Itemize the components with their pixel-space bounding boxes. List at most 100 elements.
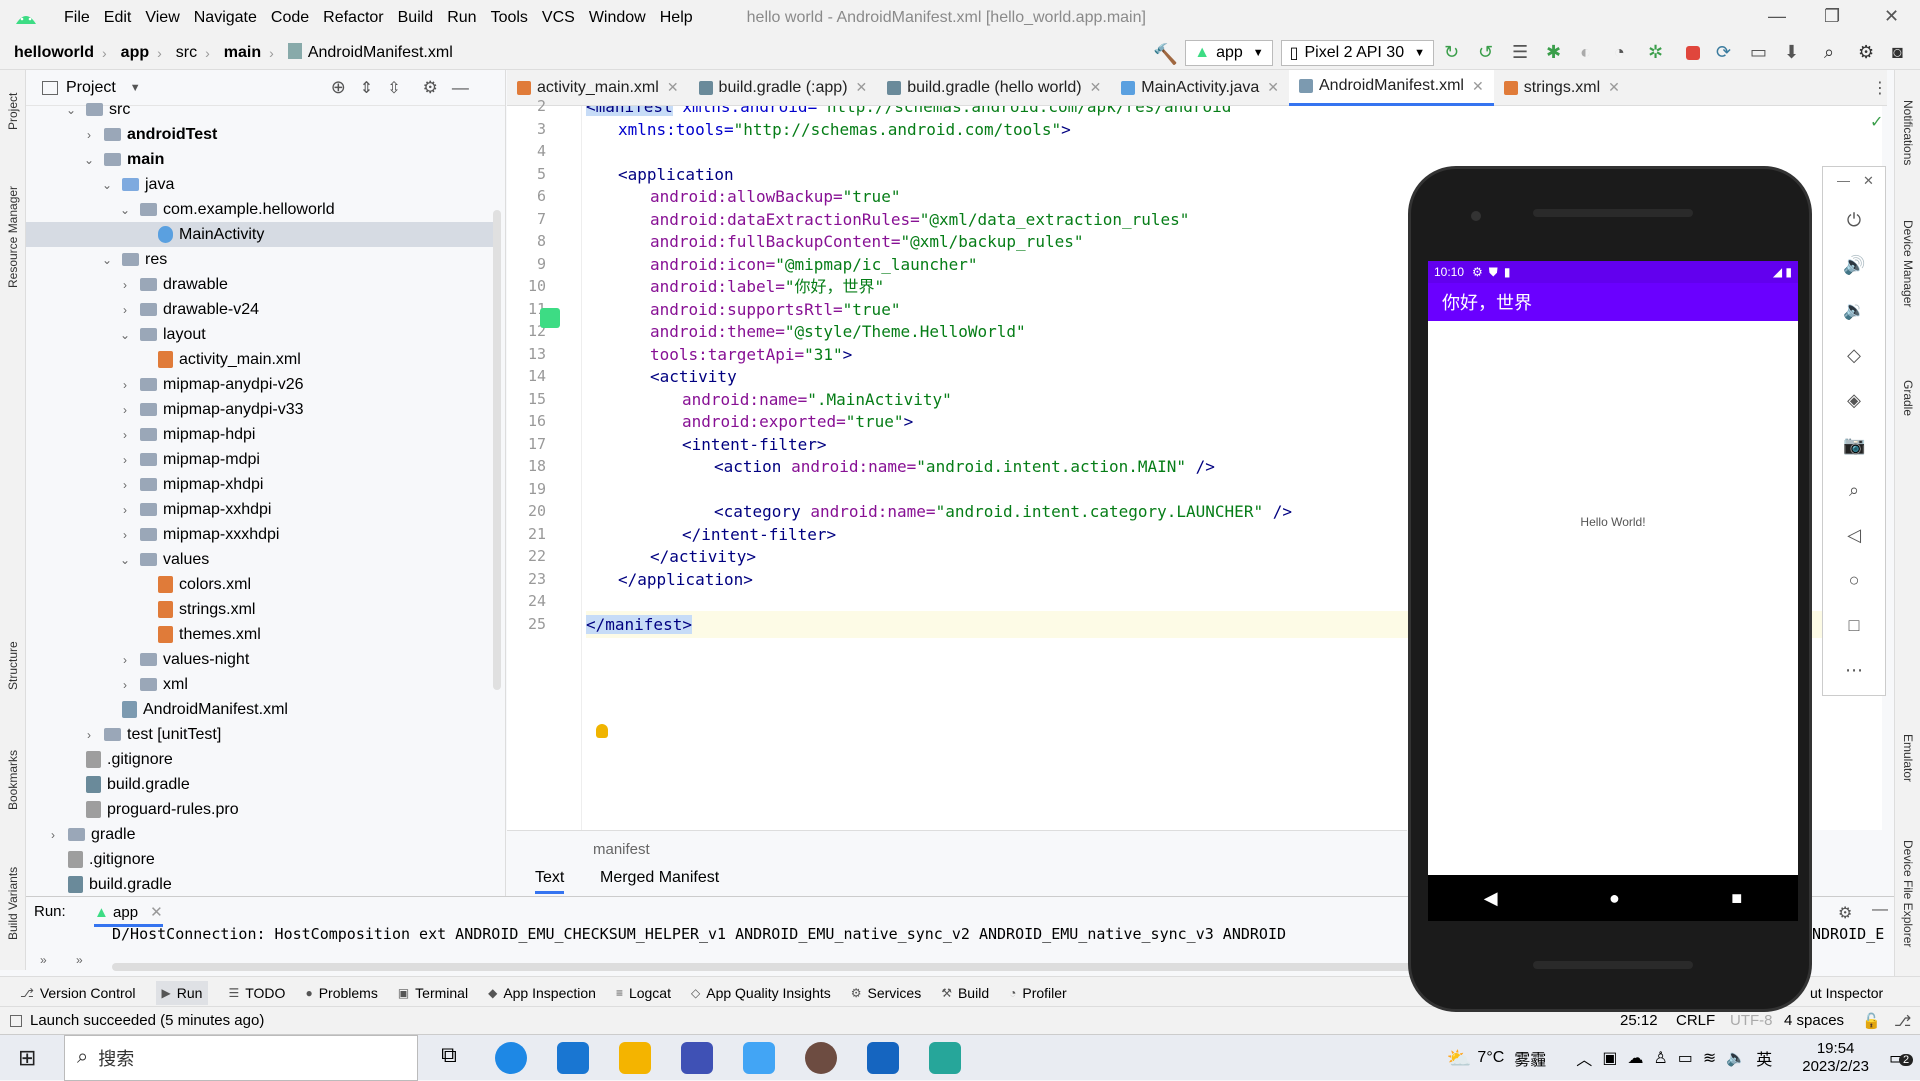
home-icon[interactable]: ● — [1609, 888, 1620, 909]
weather-desc[interactable]: 雾霾 — [1514, 1046, 1546, 1070]
menu-window[interactable]: Window — [589, 9, 646, 27]
tool-todo[interactable]: ☰ TODO — [228, 985, 285, 1001]
chevron-right-icon[interactable]: › — [118, 428, 132, 442]
tool-layout-inspector[interactable]: ut Inspector — [1810, 985, 1883, 1001]
tree-item[interactable]: proguard-rules.pro — [26, 797, 496, 822]
chevron-down-icon[interactable]: ⌄ — [100, 178, 114, 192]
tool-services[interactable]: ⚙ Services — [851, 985, 921, 1001]
expand-icon[interactable]: » — [40, 953, 47, 967]
task-view-icon[interactable]: ⧉ — [433, 1042, 465, 1074]
profile-icon[interactable]: ◔ — [1614, 42, 1636, 64]
hide-panel-icon[interactable]: — — [452, 78, 469, 98]
cursor-position[interactable]: 25:12 — [1620, 1012, 1658, 1029]
android-studio-icon[interactable] — [929, 1041, 961, 1074]
breadcrumb-project[interactable]: helloworld — [14, 44, 94, 62]
file-explorer-icon[interactable] — [619, 1041, 651, 1074]
device-manager-icon[interactable]: ▭ — [1750, 42, 1772, 64]
back-icon[interactable]: ◁ — [1843, 524, 1865, 546]
locate-file-icon[interactable]: ⊕ — [331, 77, 346, 98]
chevron-right-icon[interactable]: › — [82, 128, 96, 142]
chevron-right-icon[interactable]: › — [118, 503, 132, 517]
close-tab-icon[interactable]: ✕ — [1608, 79, 1620, 96]
tree-item[interactable]: build.gradle — [26, 872, 496, 896]
debug-icon[interactable]: ✱ — [1546, 42, 1568, 64]
tree-item[interactable]: › mipmap-mdpi — [26, 447, 496, 472]
indent-setting[interactable]: 4 spaces — [1784, 1012, 1844, 1029]
gear-icon[interactable]: ⚙ — [1838, 903, 1852, 923]
tree-item[interactable]: themes.xml — [26, 622, 496, 647]
search-icon[interactable]: ⌕ — [1824, 42, 1846, 64]
close-icon[interactable]: ✕ — [1863, 173, 1874, 189]
chevron-up-icon[interactable]: ︿ — [1576, 1046, 1592, 1070]
wifi-icon[interactable]: ≋ — [1703, 1048, 1716, 1068]
tree-item[interactable]: strings.xml — [26, 597, 496, 622]
stop-icon[interactable] — [1686, 46, 1700, 60]
menu-run[interactable]: Run — [447, 9, 476, 27]
tool-profiler[interactable]: ◔ Profiler — [1009, 985, 1067, 1001]
close-icon[interactable]: ✕ — [1884, 6, 1899, 27]
close-tab-icon[interactable]: ✕ — [1472, 78, 1484, 95]
chevron-down-icon[interactable]: ⌄ — [118, 553, 132, 567]
word-icon[interactable] — [867, 1041, 899, 1074]
tray-app-icon[interactable]: ▣ — [1602, 1048, 1617, 1068]
minimize-icon[interactable]: — — [1768, 6, 1786, 27]
run-log-scrollbar[interactable] — [112, 963, 1412, 971]
tree-item[interactable]: MainActivity — [26, 222, 496, 247]
git-icon[interactable]: ⎇ — [1894, 1012, 1911, 1030]
tree-item[interactable]: ⌄ com.example.helloworld — [26, 197, 496, 222]
power-icon[interactable]: ⏻ — [1843, 209, 1865, 231]
more-icon[interactable]: ⋯ — [1843, 659, 1865, 681]
coverage-icon[interactable]: ◐ — [1580, 42, 1602, 64]
tree-item[interactable]: AndroidManifest.xml — [26, 697, 496, 722]
attach-debugger-icon[interactable]: ✲ — [1648, 42, 1670, 64]
home-icon[interactable]: ○ — [1843, 569, 1865, 591]
file-encoding[interactable]: UTF-8 — [1730, 1012, 1773, 1029]
tree-item[interactable]: › mipmap-xxxhdpi — [26, 522, 496, 547]
tool-build-variants[interactable]: Build Variants — [6, 867, 20, 940]
close-tab-icon[interactable]: ✕ — [1267, 79, 1279, 96]
menu-tools[interactable]: Tools — [491, 9, 528, 27]
tree-item[interactable]: ⌄ layout — [26, 322, 496, 347]
user-icon[interactable]: ◙ — [1892, 42, 1914, 64]
chevron-right-icon[interactable]: › — [118, 278, 132, 292]
status-message[interactable]: Launch succeeded (5 minutes ago) — [30, 1012, 264, 1029]
device-select[interactable]: ▯ Pixel 2 API 30 ▼ — [1280, 40, 1434, 66]
chevron-down-icon[interactable]: ▼ — [130, 82, 141, 94]
run-config-select[interactable]: ▲ app ▼ — [1185, 40, 1273, 66]
tool-bookmarks[interactable]: Bookmarks — [6, 750, 20, 810]
volume-down-icon[interactable]: 🔉 — [1843, 299, 1865, 321]
overview-icon[interactable]: □ — [1843, 614, 1865, 636]
tool-notifications[interactable]: Notifications — [1901, 100, 1915, 165]
tool-problems[interactable]: ● Problems — [305, 985, 377, 1001]
onedrive-icon[interactable]: ☁ — [1627, 1048, 1643, 1068]
tree-item[interactable]: ⌄ main — [26, 147, 496, 172]
sdk-manager-icon[interactable]: ⬇ — [1784, 42, 1806, 64]
mail-icon[interactable] — [557, 1041, 589, 1074]
tree-item[interactable]: .gitignore — [26, 847, 496, 872]
hide-panel-icon[interactable]: — — [1872, 901, 1888, 919]
tool-emulator[interactable]: Emulator — [1901, 734, 1915, 782]
tool-terminal[interactable]: ▣ Terminal — [398, 985, 468, 1001]
tree-item[interactable]: .gitignore — [26, 747, 496, 772]
chevron-right-icon[interactable]: › — [82, 728, 96, 742]
input-method[interactable]: 英 — [1756, 1046, 1772, 1070]
overview-icon[interactable]: ■ — [1731, 888, 1742, 909]
chevron-down-icon[interactable]: ⌄ — [100, 253, 114, 267]
tool-app-inspection[interactable]: ◆ App Inspection — [488, 985, 596, 1001]
back-icon[interactable]: ◀ — [1484, 888, 1498, 909]
project-scrollbar[interactable] — [493, 210, 501, 690]
xml-breadcrumb[interactable]: manifest — [593, 841, 650, 858]
close-tab-icon[interactable]: ✕ — [1090, 79, 1102, 96]
tree-item[interactable]: › mipmap-anydpi-v26 — [26, 372, 496, 397]
edge-icon[interactable] — [495, 1041, 527, 1074]
tree-item[interactable]: › mipmap-anydpi-v33 — [26, 397, 496, 422]
menu-file[interactable]: File — [64, 9, 90, 27]
tool-run[interactable]: ▶ Run — [155, 980, 209, 1005]
line-separator[interactable]: CRLF — [1676, 1012, 1715, 1029]
gear-icon[interactable]: ⚙ — [423, 78, 438, 98]
tree-item[interactable]: › drawable-v24 — [26, 297, 496, 322]
more-tabs-icon[interactable]: ⋮ — [1872, 78, 1888, 98]
chevron-right-icon[interactable]: › — [118, 403, 132, 417]
menu-help[interactable]: Help — [660, 9, 693, 27]
apply-changes-icon[interactable]: ↻ — [1444, 42, 1466, 64]
